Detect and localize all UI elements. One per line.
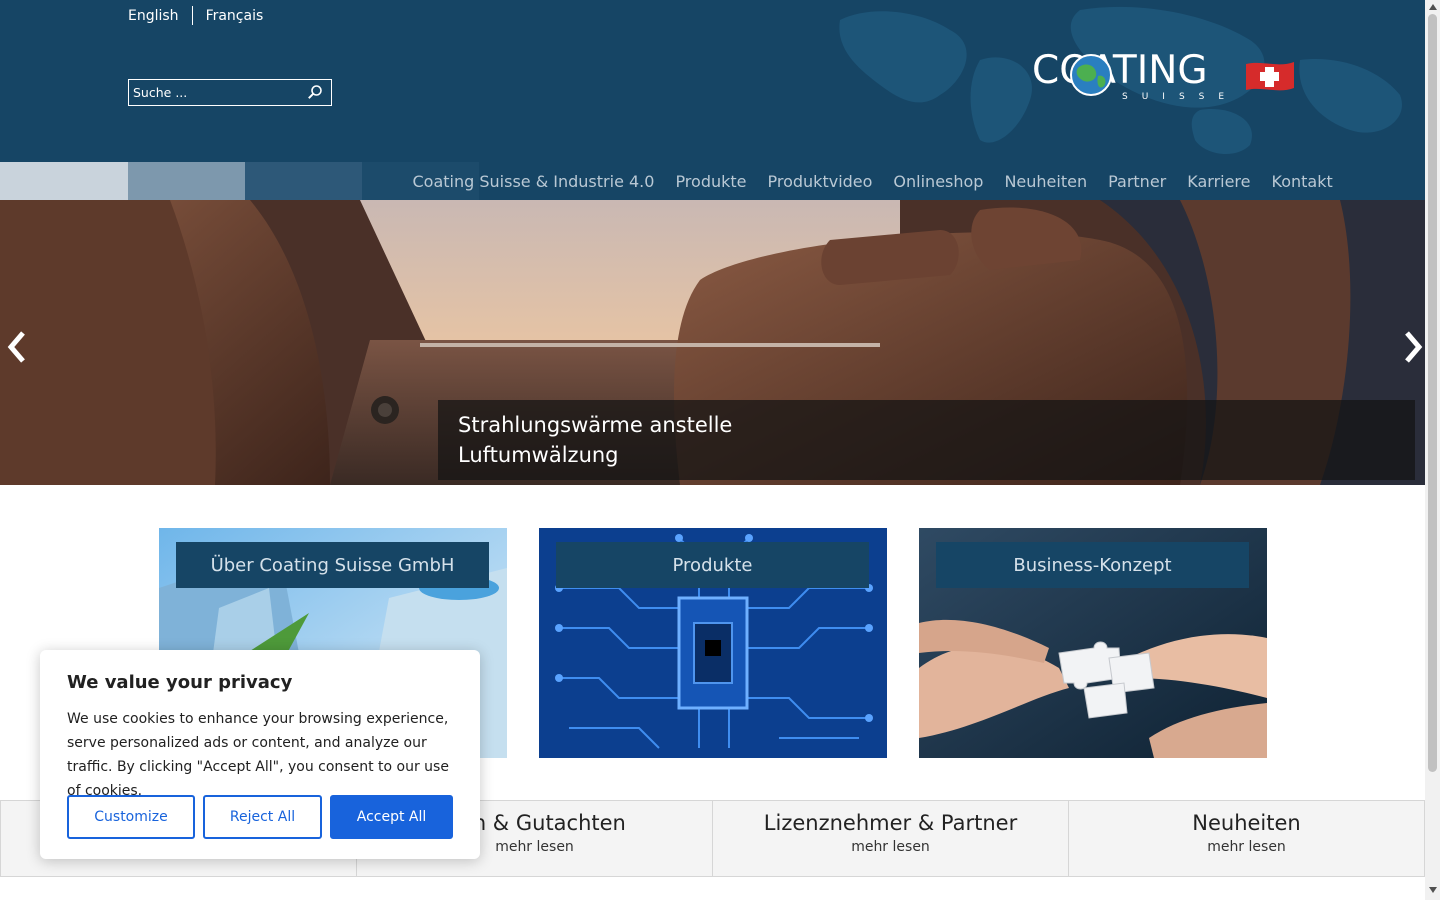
- decorative-block: [128, 162, 245, 200]
- site-header: English Français COATING SUISSE: [0, 0, 1425, 162]
- tile-label: Produkte: [556, 542, 869, 588]
- read-more-link[interactable]: mehr lesen: [713, 839, 1068, 855]
- chevron-right-icon[interactable]: [1397, 327, 1425, 367]
- scroll-down-arrow-icon[interactable]: [1429, 887, 1437, 893]
- info-box-title: Neuheiten: [1192, 811, 1301, 835]
- coating-suisse-logo[interactable]: COATING SUISSE: [1032, 48, 1297, 106]
- decorative-block: [245, 162, 362, 200]
- nav-item-partner[interactable]: Partner: [1098, 172, 1177, 191]
- tile-label: Business-Konzept: [936, 542, 1249, 588]
- hero-slider: Strahlungswärme anstelle Luftumwälzung: [0, 200, 1425, 485]
- info-box-title: Lizenznehmer & Partner: [763, 811, 1018, 835]
- globe-icon: [1070, 54, 1112, 96]
- search-input[interactable]: [129, 80, 299, 105]
- nav-item-kontakt[interactable]: Kontakt: [1261, 172, 1343, 191]
- info-box-partner[interactable]: Lizenznehmer & Partner mehr lesen: [712, 800, 1069, 877]
- nav-item-produktvideo[interactable]: Produktvideo: [757, 172, 883, 191]
- cookie-consent-dialog: We value your privacy We use cookies to …: [40, 650, 480, 859]
- swiss-flag-icon: [1246, 62, 1294, 91]
- language-english-link[interactable]: English: [128, 8, 179, 24]
- accept-all-button[interactable]: Accept All: [330, 795, 453, 839]
- nav-item-onlineshop[interactable]: Onlineshop: [883, 172, 994, 191]
- reject-all-button[interactable]: Reject All: [203, 795, 322, 839]
- chevron-left-icon[interactable]: [3, 327, 33, 367]
- language-divider: [191, 6, 193, 25]
- language-switcher: English Français: [128, 6, 263, 25]
- language-french-link[interactable]: Français: [206, 8, 264, 24]
- read-more-link[interactable]: mehr lesen: [1069, 839, 1424, 855]
- info-box-neuheiten[interactable]: Neuheiten mehr lesen: [1068, 800, 1425, 877]
- cookie-title: We value your privacy: [67, 672, 293, 693]
- nav-menu: Coating Suisse & Industrie 4.0 Produkte …: [402, 162, 1343, 200]
- logo-wordmark: COATING: [1032, 48, 1208, 93]
- nav-item-neuheiten[interactable]: Neuheiten: [994, 172, 1098, 191]
- search-icon[interactable]: [307, 84, 323, 100]
- tile-business[interactable]: Business-Konzept: [919, 528, 1267, 758]
- tile-products[interactable]: Produkte: [539, 528, 887, 758]
- nav-item-karriere[interactable]: Karriere: [1177, 172, 1261, 191]
- cookie-text: We use cookies to enhance your browsing …: [67, 711, 449, 799]
- nav-item-industrie[interactable]: Coating Suisse & Industrie 4.0: [402, 172, 665, 191]
- tile-label: Über Coating Suisse GmbH: [176, 542, 489, 588]
- customize-button[interactable]: Customize: [67, 795, 195, 839]
- scroll-up-arrow-icon[interactable]: [1429, 4, 1437, 10]
- caption-line: Luftumwälzung: [458, 443, 619, 467]
- decorative-block: [0, 162, 128, 200]
- scroll-thumb[interactable]: [1428, 14, 1437, 772]
- caption-line: Strahlungswärme anstelle: [458, 413, 733, 437]
- slide-caption: Strahlungswärme anstelle Luftumwälzung: [438, 400, 1415, 480]
- page-scrollbar[interactable]: [1425, 0, 1440, 900]
- main-navigation: Coating Suisse & Industrie 4.0 Produkte …: [0, 162, 1425, 200]
- nav-item-produkte[interactable]: Produkte: [665, 172, 757, 191]
- logo-subtitle: SUISSE: [1122, 92, 1239, 102]
- search-box: [128, 79, 332, 106]
